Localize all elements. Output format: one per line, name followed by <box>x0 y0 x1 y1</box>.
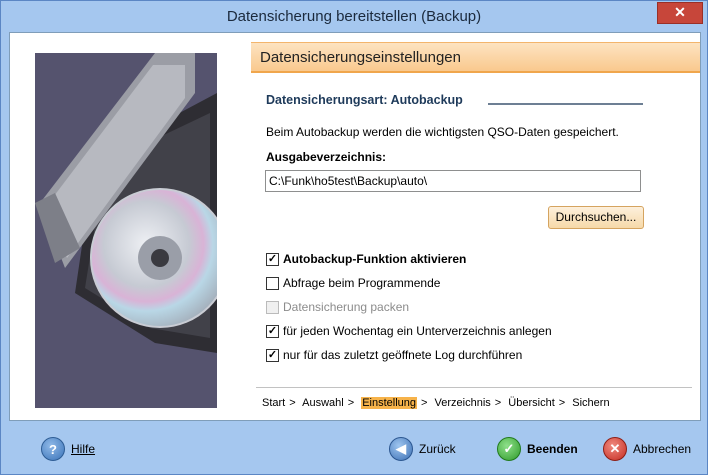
step-auswahl: Auswahl <box>302 397 344 409</box>
step-separator: > <box>421 397 428 409</box>
step-einstellung: Einstellung <box>361 397 418 409</box>
settings-panel: Datensicherungseinstellungen Datensicher… <box>251 33 700 420</box>
back-button[interactable]: ◀ Zurück <box>389 436 456 462</box>
step-separator: > <box>347 397 355 409</box>
help-label: Hilfe <box>71 442 96 456</box>
backup-dialog: Datensicherung bereitstellen (Backup) ✕ <box>0 0 708 475</box>
section-title: Datensicherungseinstellungen <box>260 49 461 66</box>
wizard-steps: Start > Auswahl > Einstellung > Verzeichnis… <box>262 397 614 409</box>
question-icon: ? <box>41 437 65 461</box>
section-header: Datensicherungseinstellungen <box>251 42 700 73</box>
option-label: Datensicherung packen <box>283 300 410 314</box>
checkbox-autobackup[interactable]: ✓ <box>266 253 279 266</box>
checkbox-weekday-folders[interactable]: ✓ <box>266 325 279 338</box>
checkbox-last-log-only[interactable]: ✓ <box>266 349 279 362</box>
close-button[interactable]: ✕ <box>657 2 703 24</box>
x-icon: ✕ <box>603 437 627 461</box>
option-label: Autobackup-Funktion aktivieren <box>283 252 467 266</box>
step-separator: > <box>494 397 502 409</box>
help-button[interactable]: ? Hilfe <box>41 436 95 462</box>
title-bar: Datensicherung bereitstellen (Backup) ✕ <box>1 1 707 33</box>
step-separator: > <box>558 397 566 409</box>
description-text: Beim Autobackup werden die wichtigsten Q… <box>266 125 619 139</box>
checkbox-ask-on-exit[interactable] <box>266 277 279 290</box>
checkmark-icon: ✓ <box>497 437 521 461</box>
option-label: Abfrage beim Programmende <box>283 276 441 290</box>
backup-type-label: Datensicherungsart: Autobackup <box>266 93 463 107</box>
cd-case-image <box>35 53 217 408</box>
cancel-button[interactable]: ✕ Abbrechen <box>603 436 691 462</box>
output-dir-label: Ausgabeverzeichnis: <box>266 150 387 164</box>
arrow-left-icon: ◀ <box>389 437 413 461</box>
subtitle-divider <box>488 103 643 105</box>
backup-illustration <box>35 53 217 408</box>
step-start: Start <box>262 397 286 409</box>
option-label: für jeden Wochentag ein Unterverzeichnis… <box>283 324 552 338</box>
option-label: nur für das zuletzt geöffnete Log durchf… <box>283 348 523 362</box>
browse-button[interactable]: Durchsuchen... <box>548 206 644 229</box>
back-label: Zurück <box>419 442 456 456</box>
step-verzeichnis: Verzeichnis <box>434 397 491 409</box>
dialog-body: Datensicherungseinstellungen Datensicher… <box>9 32 701 421</box>
checkbox-pack-backup <box>266 301 279 314</box>
finish-label: Beenden <box>527 442 578 456</box>
steps-divider <box>256 387 692 388</box>
finish-button[interactable]: ✓ Beenden <box>497 436 578 462</box>
step-uebersicht: Übersicht <box>508 397 555 409</box>
step-separator: > <box>289 397 296 409</box>
output-dir-input[interactable] <box>265 170 641 192</box>
cancel-label: Abbrechen <box>633 442 692 456</box>
step-sichern: Sichern <box>572 397 610 409</box>
window-title: Datensicherung bereitstellen (Backup) <box>226 8 482 25</box>
